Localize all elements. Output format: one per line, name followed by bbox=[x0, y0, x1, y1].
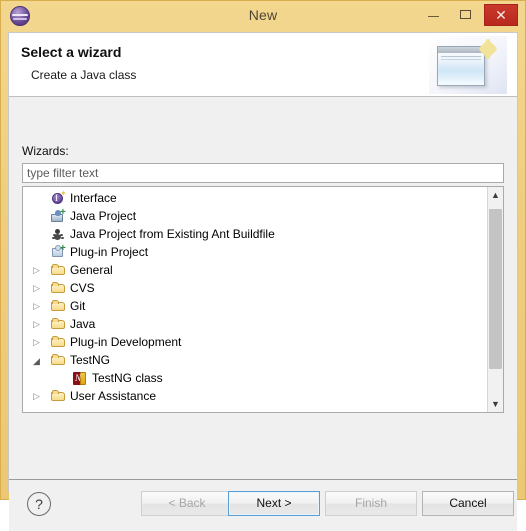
folder-icon bbox=[51, 281, 66, 296]
tree-item[interactable]: ◢ TestNG bbox=[23, 351, 488, 369]
wizard-content: Wizards: ✦Interface+Java ProjectJava Pro… bbox=[9, 97, 517, 479]
tree-item-label: Git bbox=[70, 299, 86, 313]
tree-item-label: Java Project bbox=[70, 209, 137, 223]
cancel-button[interactable]: Cancel bbox=[422, 491, 514, 516]
help-icon[interactable]: ? bbox=[27, 492, 51, 516]
testng-class-icon: N bbox=[73, 371, 88, 386]
plugin-project-icon: + bbox=[51, 243, 66, 260]
tree-item-label: Plug-in Project bbox=[70, 245, 149, 259]
tree-twisty-collapsed-icon[interactable]: ▷ bbox=[33, 392, 40, 401]
java-project-icon: + bbox=[51, 207, 66, 224]
page-subtitle: Create a Java class bbox=[31, 68, 137, 82]
tree-item[interactable]: ▷ User Assistance bbox=[23, 387, 488, 405]
scroll-down-icon[interactable]: ▼ bbox=[488, 396, 503, 412]
folder-icon bbox=[51, 263, 66, 278]
tree-item[interactable]: ✦Interface bbox=[23, 189, 488, 207]
minimize-button[interactable] bbox=[420, 4, 448, 26]
close-icon: ✕ bbox=[495, 7, 507, 23]
wizard-header: Select a wizard Create a Java class bbox=[9, 33, 517, 97]
tree-twisty-collapsed-icon[interactable]: ▷ bbox=[33, 302, 40, 311]
tree-item[interactable]: ▷ Plug-in Development bbox=[23, 333, 488, 351]
page-title: Select a wizard bbox=[21, 44, 122, 60]
back-button[interactable]: < Back bbox=[141, 491, 233, 516]
tree-item-label: TestNG bbox=[70, 353, 111, 367]
wizard-banner-icon bbox=[429, 36, 507, 94]
filter-input[interactable] bbox=[22, 163, 504, 183]
tree-item[interactable]: ▷ Git bbox=[23, 297, 488, 315]
tree-item-label: TestNG class bbox=[92, 371, 163, 385]
tree-twisty-expanded-icon[interactable]: ◢ bbox=[33, 357, 40, 366]
tree-item-label: CVS bbox=[70, 281, 95, 295]
tree-item-label: General bbox=[70, 263, 113, 277]
folder-icon bbox=[51, 335, 66, 350]
tree-item-label: User Assistance bbox=[70, 389, 157, 403]
tree-item-label: Plug-in Development bbox=[70, 335, 182, 349]
dialog-client-area: Select a wizard Create a Java class Wiza… bbox=[8, 32, 518, 531]
tree-item[interactable]: ▷ Java bbox=[23, 315, 488, 333]
finish-button[interactable]: Finish bbox=[325, 491, 417, 516]
sparkle-icon bbox=[477, 38, 499, 60]
tree-item-label: Java Project from Existing Ant Buildfile bbox=[70, 227, 275, 241]
tree-item[interactable]: Java Project from Existing Ant Buildfile bbox=[23, 225, 488, 243]
tree-item[interactable]: + Plug-in Project bbox=[23, 243, 488, 261]
tree-item-label: Java bbox=[70, 317, 96, 331]
scroll-up-icon[interactable]: ▲ bbox=[488, 187, 503, 203]
dialog-window: New ✕ Select a wizard Create a Java clas… bbox=[0, 0, 526, 531]
tree-item[interactable]: + Java Project bbox=[23, 207, 488, 225]
ant-buildfile-icon bbox=[51, 227, 66, 242]
wizard-tree[interactable]: ✦Interface+Java ProjectJava Project from… bbox=[22, 186, 504, 413]
new-badge-icon: ✦ bbox=[60, 189, 67, 198]
maximize-button[interactable] bbox=[452, 4, 480, 26]
folder-icon bbox=[51, 353, 66, 368]
tree-item-label: Interface bbox=[70, 191, 117, 205]
tree-scrollbar[interactable]: ▲ ▼ bbox=[487, 187, 503, 412]
tree-item[interactable]: ▷ CVS bbox=[23, 279, 488, 297]
testng-glyph: N bbox=[74, 373, 81, 383]
new-badge-icon: + bbox=[60, 207, 66, 218]
tree-item[interactable]: N TestNG class bbox=[23, 369, 488, 387]
close-button[interactable]: ✕ bbox=[484, 4, 518, 26]
interface-icon: ✦ bbox=[51, 189, 67, 206]
tree-twisty-collapsed-icon[interactable]: ▷ bbox=[33, 320, 40, 329]
tree-twisty-collapsed-icon[interactable]: ▷ bbox=[33, 338, 40, 347]
wizards-label: Wizards: bbox=[22, 144, 69, 158]
scrollbar-thumb[interactable] bbox=[489, 209, 502, 369]
next-button[interactable]: Next > bbox=[228, 491, 320, 516]
title-bar[interactable]: New ✕ bbox=[0, 0, 526, 32]
dialog-footer: ? < Back Next > Finish Cancel bbox=[9, 480, 517, 531]
new-badge-icon: + bbox=[60, 243, 66, 254]
wizard-tree-list: ✦Interface+Java ProjectJava Project from… bbox=[23, 189, 488, 405]
folder-icon bbox=[51, 317, 66, 332]
tree-item[interactable]: ▷ General bbox=[23, 261, 488, 279]
tree-twisty-collapsed-icon[interactable]: ▷ bbox=[33, 284, 40, 293]
folder-icon bbox=[51, 389, 66, 404]
tree-twisty-collapsed-icon[interactable]: ▷ bbox=[33, 266, 40, 275]
folder-icon bbox=[51, 299, 66, 314]
